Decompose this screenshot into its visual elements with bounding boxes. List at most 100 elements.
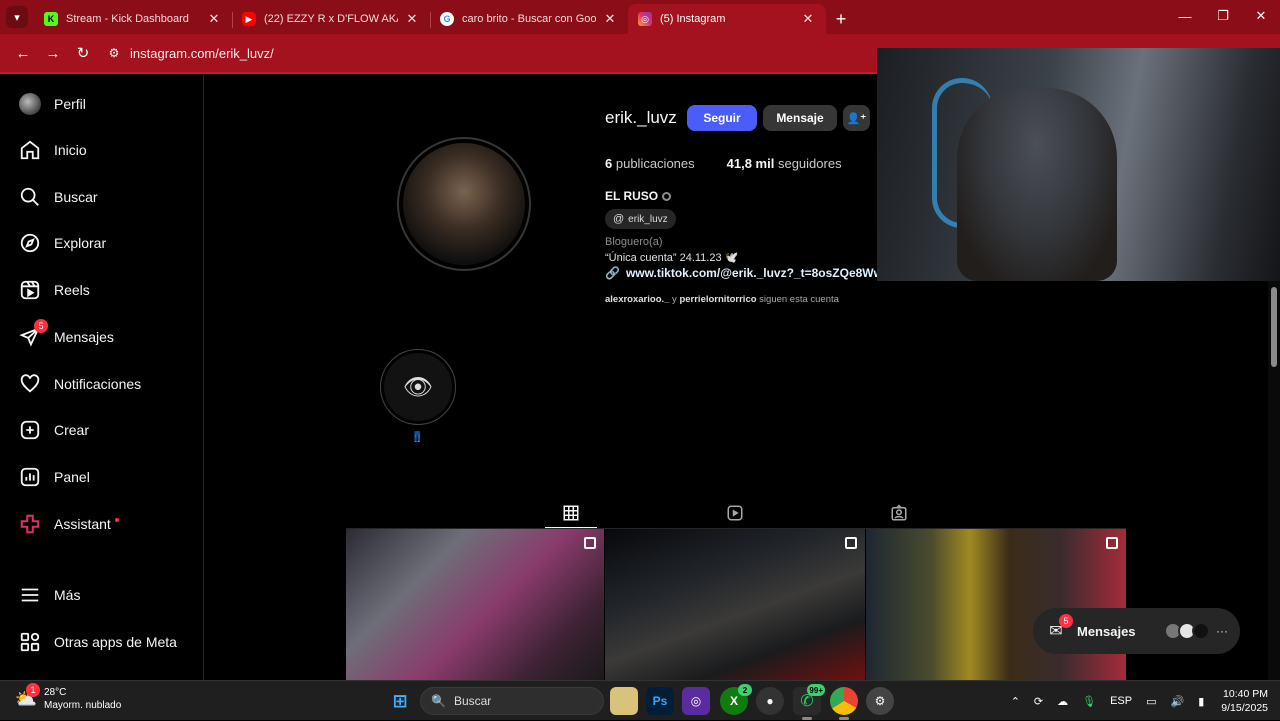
- reels-icon: [18, 278, 42, 302]
- taskbar-clock[interactable]: 10:40 PM 9/15/2025: [1221, 687, 1268, 715]
- browser-tab-kick[interactable]: K Stream - Kick Dashboard ✕: [34, 4, 232, 34]
- recent-chat-avatars: [1164, 622, 1210, 640]
- file-explorer-icon[interactable]: [610, 687, 638, 715]
- floating-messages-button[interactable]: ✉ 5 Mensajes ···: [1033, 608, 1240, 654]
- onedrive-cloud-icon[interactable]: ☁: [1057, 695, 1068, 708]
- profile-avatar[interactable]: [397, 137, 531, 271]
- post-thumbnail[interactable]: [866, 529, 1126, 680]
- post-thumbnail[interactable]: [605, 529, 865, 680]
- tab-title: (22) EZZY R x D'FLOW AKA LA M: [264, 13, 398, 25]
- close-tab-icon[interactable]: ✕: [800, 11, 816, 27]
- sidebar-item-reels[interactable]: Reels: [18, 276, 90, 304]
- app-icon[interactable]: ◎: [682, 687, 710, 715]
- close-tab-icon[interactable]: ✕: [206, 11, 222, 27]
- followers-label: seguidores: [777, 156, 842, 171]
- sidebar-item-explorar[interactable]: Explorar: [18, 229, 106, 257]
- message-button[interactable]: Mensaje: [763, 105, 837, 131]
- sidebar-item-label: Mensajes: [54, 329, 114, 345]
- carousel-icon: [1106, 537, 1118, 549]
- story-highlight[interactable]: 👁: [380, 349, 456, 425]
- sidebar-item-assistant[interactable]: Assistant: [18, 510, 119, 538]
- unread-badge: 5: [1059, 614, 1073, 628]
- new-tab-button[interactable]: +: [826, 4, 856, 34]
- search-icon: [18, 185, 42, 209]
- address-bar[interactable]: instagram.com/erik_luvz/: [130, 46, 274, 61]
- post-thumbnail[interactable]: [346, 529, 604, 680]
- sidebar-item-crear[interactable]: Crear: [18, 416, 89, 444]
- followers-count: 41,8 mil: [726, 156, 775, 171]
- tab-posts[interactable]: [545, 498, 597, 528]
- followers-stat[interactable]: 41,8 mil seguidores: [727, 156, 842, 171]
- network-icon[interactable]: ▭: [1146, 695, 1156, 708]
- whatsapp-icon[interactable]: ✆ 99+: [793, 684, 825, 720]
- meta-apps-icon: [18, 630, 42, 654]
- clock-time: 10:40 PM: [1223, 688, 1268, 700]
- taskbar-search[interactable]: 🔍 Buscar: [420, 687, 604, 715]
- sidebar-item-buscar[interactable]: Buscar: [18, 183, 98, 211]
- windows-taskbar: ⛅ 1 28°C Mayorm. nublado ⊞ 🔍 Buscar Ps ◎ X2…: [0, 680, 1280, 720]
- link-text: www.tiktok.com/@erik._luvz?_t=8osZQe8WwV: [625, 266, 877, 280]
- sidebar-item-label: Notificaciones: [54, 376, 142, 392]
- sidebar-item-otras-apps[interactable]: Otras apps de Meta: [18, 628, 177, 656]
- threads-icon: @: [613, 213, 625, 225]
- close-tab-icon[interactable]: ✕: [404, 11, 420, 27]
- sidebar-item-mas[interactable]: Más: [18, 581, 80, 609]
- sidebar-item-panel[interactable]: Panel: [18, 463, 90, 491]
- sidebar-item-label: Perfil: [54, 96, 86, 112]
- chevron-up-icon[interactable]: ⌃: [1011, 695, 1020, 708]
- browser-tab-google[interactable]: G caro brito - Buscar con Google ✕: [430, 4, 628, 34]
- forward-arrow-icon[interactable]: →: [38, 38, 68, 68]
- maximize-icon[interactable]: ❐: [1204, 0, 1242, 32]
- tab-reels[interactable]: [709, 498, 761, 528]
- sidebar-item-label: Buscar: [54, 189, 98, 205]
- weather-widget[interactable]: ⛅ 1 28°C Mayorm. nublado: [14, 683, 121, 712]
- site-info-icon[interactable]: ⚙: [102, 46, 126, 60]
- chrome-icon[interactable]: [830, 687, 858, 720]
- reload-icon[interactable]: ↻: [68, 38, 98, 68]
- volume-icon[interactable]: 🔊: [1171, 695, 1185, 708]
- cloud-sun-icon: ⛅ 1: [14, 683, 40, 711]
- sync-icon[interactable]: ⟳: [1034, 695, 1043, 708]
- new-indicator-dot: [114, 518, 119, 522]
- browser-tab-instagram[interactable]: ◎ (5) Instagram ✕: [628, 4, 826, 34]
- suggested-users-button[interactable]: 👤⁺: [843, 105, 870, 131]
- threads-link-pill[interactable]: @ erik_luvz: [605, 209, 676, 229]
- tab-tagged[interactable]: [873, 498, 925, 528]
- sidebar-item-perfil[interactable]: Perfil: [18, 90, 86, 118]
- page-scrollbar[interactable]: [1268, 281, 1280, 680]
- carousel-icon: [845, 537, 857, 549]
- sidebar-item-label: Inicio: [54, 142, 87, 158]
- google-icon: G: [440, 12, 454, 26]
- sidebar-item-label: Explorar: [54, 235, 107, 251]
- obs-icon[interactable]: ●: [756, 687, 784, 715]
- more-options-icon[interactable]: ···: [1216, 624, 1228, 638]
- sidebar-item-notificaciones[interactable]: Notificaciones: [18, 370, 141, 398]
- profile-external-link[interactable]: 🔗 www.tiktok.com/@erik._luvz?_t=8osZQe8Ww…: [605, 266, 877, 280]
- whatsapp-badge: 99+: [807, 684, 825, 696]
- sidebar-item-mensajes[interactable]: 5 Mensajes: [18, 319, 114, 351]
- photoshop-icon[interactable]: Ps: [646, 687, 674, 715]
- scrollbar-thumb[interactable]: [1271, 287, 1277, 367]
- follow-button[interactable]: Seguir: [687, 105, 757, 131]
- microphone-icon[interactable]: 🎙: [1082, 695, 1096, 708]
- browser-tab-youtube[interactable]: ▶ (22) EZZY R x D'FLOW AKA LA M ✕: [232, 4, 430, 34]
- settings-gear-icon[interactable]: ⚙: [866, 687, 894, 715]
- followed-by-join: y: [669, 294, 680, 305]
- close-window-icon[interactable]: ✕: [1242, 0, 1280, 32]
- xbox-icon[interactable]: X2: [720, 684, 752, 715]
- back-arrow-icon[interactable]: ←: [8, 38, 38, 68]
- xbox-badge: 2: [738, 684, 752, 696]
- language-indicator[interactable]: ESP: [1110, 695, 1132, 707]
- followed-by-text[interactable]: alexroxarioo._ y perrielornitorrico sigu…: [605, 294, 839, 305]
- close-tab-icon[interactable]: ✕: [602, 11, 618, 27]
- avatar: [18, 92, 42, 116]
- plus-square-icon: [18, 418, 42, 442]
- tab-search-button[interactable]: ▾: [0, 0, 34, 34]
- minimize-icon[interactable]: —: [1166, 0, 1204, 32]
- windows-start-icon[interactable]: ⊞: [386, 687, 414, 715]
- messenger-icon: 5: [18, 319, 48, 349]
- avatar: [1192, 622, 1210, 640]
- sidebar-item-inicio[interactable]: Inicio: [18, 136, 87, 164]
- threads-handle: erik_luvz: [628, 213, 668, 225]
- battery-icon[interactable]: ▮: [1198, 695, 1204, 708]
